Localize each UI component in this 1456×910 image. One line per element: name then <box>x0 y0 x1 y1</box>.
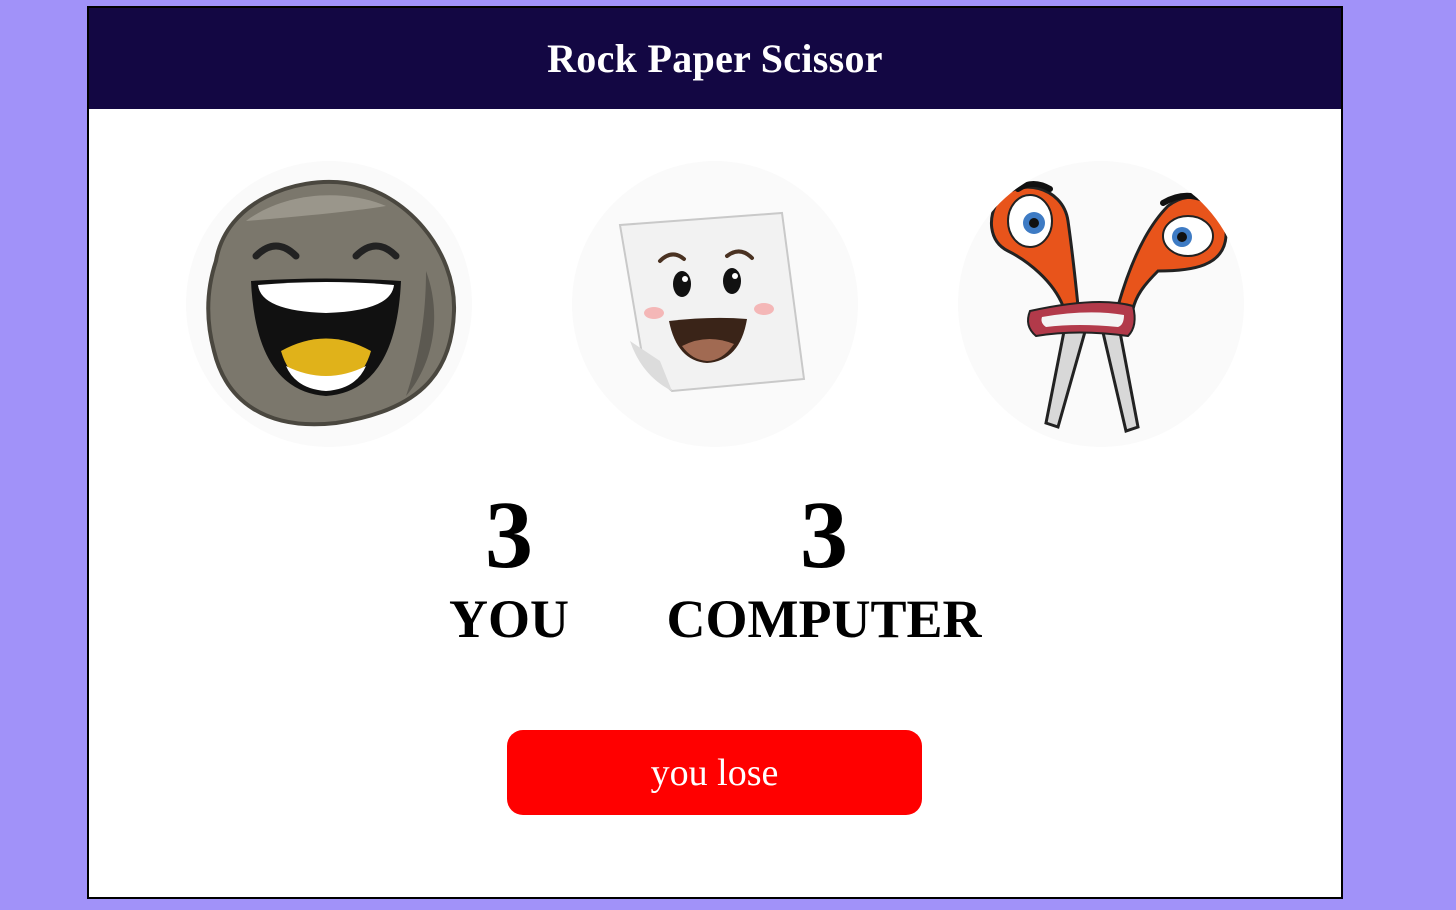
result-message-text: you lose <box>650 751 779 794</box>
game-header: Rock Paper Scissor <box>89 8 1341 109</box>
score-you-value: 3 <box>485 481 533 588</box>
choice-scissor[interactable] <box>958 161 1244 447</box>
paper-face-icon <box>618 211 806 393</box>
rock-face-icon <box>206 179 457 427</box>
score-you-label: YOU <box>449 589 569 649</box>
score-computer-label: COMPUTER <box>666 589 982 649</box>
score-computer-value: 3 <box>800 481 848 588</box>
choice-paper[interactable] <box>572 161 858 447</box>
result-message: you lose <box>507 730 922 815</box>
game-container: Rock Paper Scissor 3 YOU 3 COMPUTER you … <box>87 6 1343 899</box>
choices-row <box>89 161 1341 451</box>
scissor-face-icon <box>989 181 1228 433</box>
game-title: Rock Paper Scissor <box>547 36 883 81</box>
choice-rock[interactable] <box>186 161 472 447</box>
score-you: 3 YOU <box>429 481 589 650</box>
score-computer: 3 COMPUTER <box>664 481 984 650</box>
